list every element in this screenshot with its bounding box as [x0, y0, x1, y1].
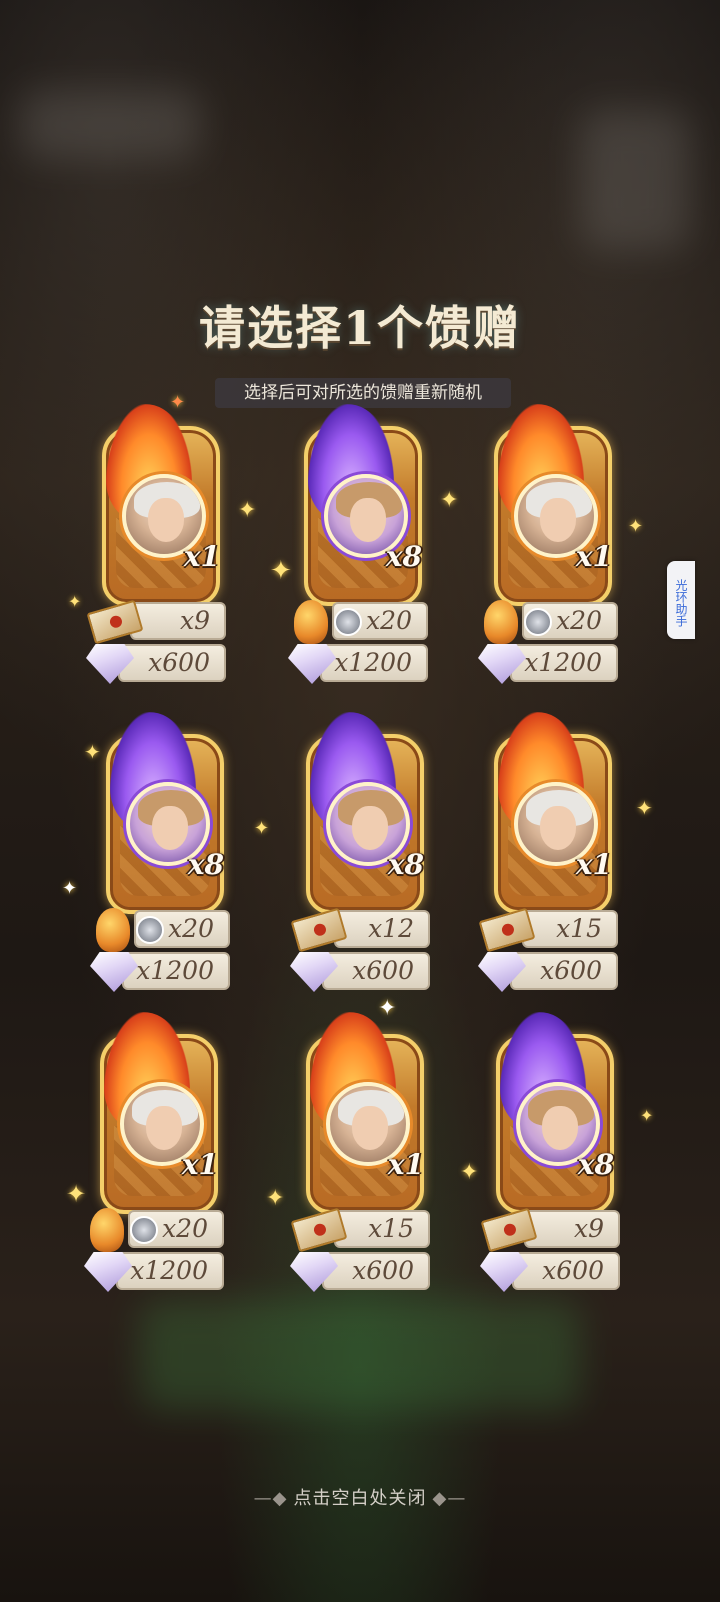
- reward-row: x15: [522, 910, 618, 948]
- gem-reward-row: x600: [512, 1252, 620, 1290]
- character-face: [352, 1106, 388, 1150]
- gift-card[interactable]: x8 x20 x1200: [288, 404, 430, 688]
- mini-avatar: [524, 608, 552, 636]
- gem-reward-row: x1200: [510, 644, 618, 682]
- gift-card[interactable]: x8 x20 x1200: [90, 712, 232, 996]
- mini-avatar: [130, 1216, 158, 1244]
- gem-reward-row: x600: [510, 952, 618, 990]
- bg-blur: [580, 110, 690, 250]
- character-face: [152, 806, 188, 850]
- character-count: x8: [385, 540, 422, 573]
- gift-card[interactable]: x1 x15 x600: [478, 712, 620, 996]
- gem-reward-row: x600: [322, 1252, 430, 1290]
- character-count: x1: [183, 540, 220, 573]
- sparkle-icon: ✦: [254, 818, 270, 839]
- character-face: [146, 1106, 182, 1150]
- sparkle-icon: ✦: [270, 556, 292, 586]
- sparkle-icon: ✦: [66, 1180, 87, 1208]
- close-hint-label: 点击空白处关闭: [293, 1488, 427, 1509]
- gem-amount: x600: [352, 956, 414, 985]
- sparkle-icon: ✦: [628, 516, 644, 537]
- character-count: x8: [387, 848, 424, 881]
- mini-avatar: [334, 608, 362, 636]
- reward-amount: x12: [368, 914, 414, 943]
- assistant-side-tab[interactable]: 光环助手: [667, 561, 695, 639]
- reward-amount: x20: [556, 606, 602, 635]
- reward-row: x9: [130, 602, 226, 640]
- reward-row: x9: [524, 1210, 620, 1248]
- gift-card[interactable]: x1 x20 x1200: [84, 1012, 226, 1296]
- sparkle-icon: ✦: [378, 996, 397, 1021]
- reward-amount: x20: [162, 1214, 208, 1243]
- mini-avatar: [136, 916, 164, 944]
- reward-amount: x15: [556, 914, 602, 943]
- character-face: [352, 806, 388, 850]
- gift-card[interactable]: x1 x20 x1200: [478, 404, 620, 688]
- gift-card[interactable]: x8 x9 x600: [480, 1012, 622, 1296]
- sparkle-icon: ✦: [68, 592, 82, 611]
- reward-amount: x20: [168, 914, 214, 943]
- gem-amount: x600: [542, 1256, 604, 1285]
- key-icon: [484, 600, 518, 644]
- character-count: x1: [387, 1148, 424, 1181]
- bg-blur: [140, 1300, 580, 1410]
- character-count: x1: [181, 1148, 218, 1181]
- reward-row: x15: [334, 1210, 430, 1248]
- character-face: [350, 498, 386, 542]
- reward-amount: x9: [179, 606, 210, 635]
- gem-reward-row: x600: [322, 952, 430, 990]
- character-count: x8: [187, 848, 224, 881]
- sparkle-icon: ✦: [62, 878, 78, 899]
- character-face: [148, 498, 184, 542]
- close-hint[interactable]: —◆ 点击空白处关闭 ◆—: [0, 1484, 720, 1510]
- character-count: x8: [577, 1148, 614, 1181]
- gem-amount: x1200: [130, 1256, 208, 1285]
- sparkle-icon: ✦: [84, 740, 101, 764]
- gem-reward-row: x600: [118, 644, 226, 682]
- gift-card[interactable]: x8 x12 x600: [290, 712, 432, 996]
- decor-right: ◆—: [432, 1488, 467, 1509]
- decor-left: —◆: [253, 1488, 288, 1509]
- gem-amount: x1200: [334, 648, 412, 677]
- key-icon: [294, 600, 328, 644]
- sparkle-icon: ✦: [636, 796, 653, 820]
- gem-amount: x600: [148, 648, 210, 677]
- sparkle-icon: ✦: [170, 392, 186, 413]
- gem-amount: x600: [352, 1256, 414, 1285]
- character-count: x1: [575, 848, 612, 881]
- sparkle-icon: ✦: [266, 1186, 285, 1211]
- gem-amount: x600: [540, 956, 602, 985]
- character-face: [540, 806, 576, 850]
- gem-reward-row: x1200: [320, 644, 428, 682]
- page-title: 请选择1个馈赠: [198, 301, 521, 355]
- gem-amount: x1200: [136, 956, 214, 985]
- reward-amount: x9: [573, 1214, 604, 1243]
- sparkle-icon: ✦: [640, 1106, 654, 1125]
- character-face: [542, 1106, 578, 1150]
- sparkle-icon: ✦: [460, 1160, 479, 1185]
- gift-card[interactable]: x1 x9 x600: [86, 404, 228, 688]
- reward-row: x12: [334, 910, 430, 948]
- reward-amount: x15: [368, 1214, 414, 1243]
- key-icon: [96, 908, 130, 952]
- sparkle-icon: ✦: [440, 488, 459, 513]
- sparkle-icon: ✦: [238, 498, 257, 523]
- gem-amount: x1200: [524, 648, 602, 677]
- gift-card[interactable]: x1 x15 x600: [290, 1012, 432, 1296]
- gem-reward-row: x1200: [122, 952, 230, 990]
- key-icon: [90, 1208, 124, 1252]
- character-count: x1: [575, 540, 612, 573]
- reward-amount: x20: [366, 606, 412, 635]
- bg-blur: [20, 90, 200, 160]
- character-face: [540, 498, 576, 542]
- gem-reward-row: x1200: [116, 1252, 224, 1290]
